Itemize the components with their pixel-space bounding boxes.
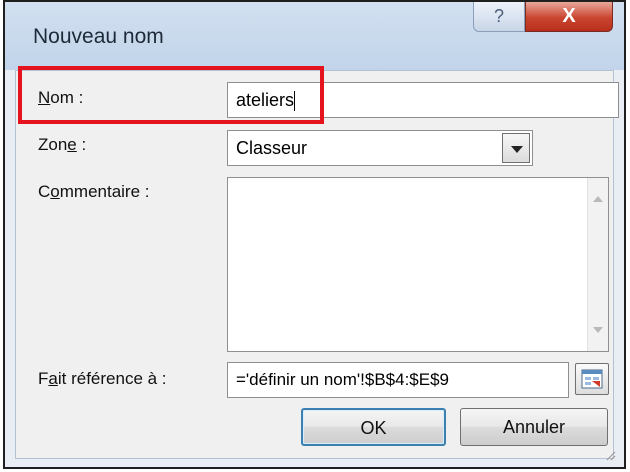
help-button[interactable]: ? [473,2,525,32]
scroll-up-icon[interactable] [593,196,603,202]
collapse-dialog-button[interactable] [575,363,609,395]
scroll-down-icon[interactable] [593,327,603,333]
new-name-dialog: Nouveau nom ? X Nom : ateliers Zone : Cl… [3,0,626,469]
chevron-down-icon[interactable] [502,133,530,163]
reference-input[interactable]: ='définir un nom'!$B$4:$E$9 [227,362,569,398]
dialog-title: Nouveau nom [33,25,164,48]
cancel-button[interactable]: Annuler [460,408,608,446]
comment-label: Commentaire : [38,182,150,201]
title-bar[interactable]: Nouveau nom ? X [5,2,624,70]
name-field-highlight [18,66,324,124]
close-button[interactable]: X [525,2,613,32]
reference-label: Fait référence à : [38,369,167,388]
zone-select-value: Classeur [236,138,308,158]
comment-textarea[interactable] [227,177,609,352]
zone-select[interactable]: Classeur [227,130,533,166]
zone-label: Zone : [38,135,87,154]
reference-input-value: ='définir un nom'!$B$4:$E$9 [236,370,449,389]
resize-grip-icon[interactable] [604,449,616,461]
ok-button[interactable]: OK [301,408,446,446]
collapse-dialog-icon [581,369,603,389]
comment-scrollbar[interactable] [587,178,608,351]
